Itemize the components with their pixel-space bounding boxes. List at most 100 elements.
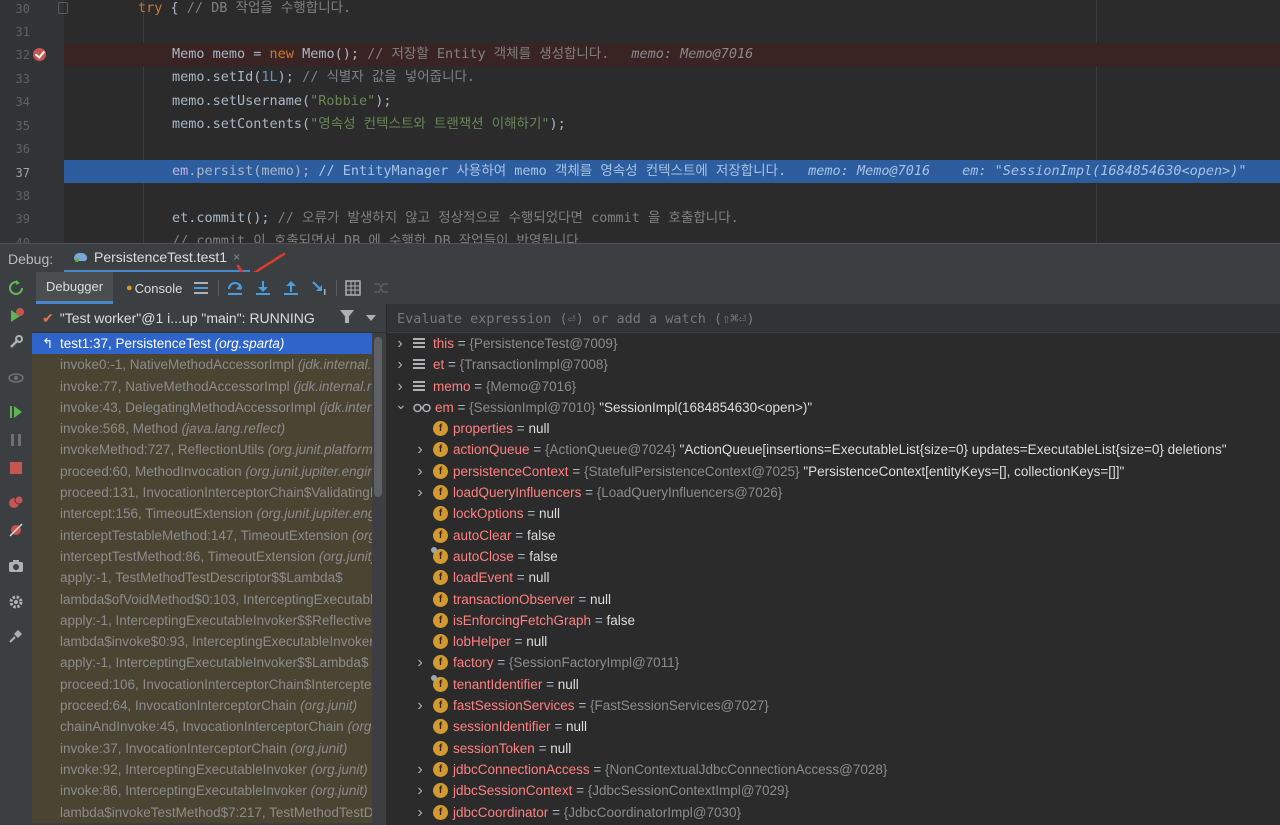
chevron-right-icon[interactable]: › <box>415 482 425 503</box>
resume-icon[interactable] <box>8 404 24 420</box>
variable-row[interactable]: › et = {TransactionImpl@7008} <box>387 354 1280 375</box>
variable-row[interactable]: f lobHelper = null <box>387 631 1280 652</box>
variable-row[interactable]: f transactionObserver = null <box>387 589 1280 610</box>
view-breakpoints-eye-icon[interactable] <box>8 370 24 386</box>
variable-row[interactable]: f isEnforcingFetchGraph = false <box>387 610 1280 631</box>
variable-name: sessionIdentifier <box>453 719 551 735</box>
code-editor[interactable]: 30 31 32 33 34 35 36 37 38 39 40 try { /… <box>0 0 1280 243</box>
frame-item[interactable]: invoke:568, Method (java.lang.reflect) <box>32 418 372 440</box>
variable-text: jdbcCoordinator = {JdbcCoordinatorImpl@7… <box>453 802 741 823</box>
frame-item[interactable]: lambda$invoke$0:93, InterceptingExecutab… <box>32 631 372 653</box>
frame-item[interactable]: proceed:64, InvocationInterceptorChain (… <box>32 695 372 717</box>
thread-selector[interactable]: ✔ "Test worker"@1 i...up "main": RUNNING <box>32 304 386 333</box>
mute-breakpoints-icon[interactable] <box>8 522 24 538</box>
chevron-right-icon[interactable]: › <box>415 759 425 780</box>
frame-item[interactable]: proceed:60, MethodInvocation (org.junit.… <box>32 460 372 483</box>
variable-row[interactable]: f autoClose = false <box>387 546 1280 567</box>
chevron-right-icon[interactable]: › <box>415 780 425 801</box>
code-line: memo.setContents("영속성 컨텍스트와 트랜잭션 이해하기"); <box>64 113 1280 136</box>
chevron-right-icon[interactable]: › <box>395 354 405 375</box>
comment: // DB 작업을 수행합니다. <box>186 0 352 16</box>
variable-name: memo <box>433 378 471 394</box>
frame-item[interactable]: invoke:43, DelegatingMethodAccessorImpl … <box>32 396 372 419</box>
variable-row[interactable]: f sessionIdentifier = null <box>387 716 1280 737</box>
tab-debugger[interactable]: Debugger <box>36 272 114 304</box>
rerun-icon[interactable] <box>8 280 24 296</box>
frame-item[interactable]: interceptTestMethod:86, TimeoutExtension… <box>32 545 372 568</box>
frame-item[interactable]: lambda$invokeTestMethod$7:217, TestMetho… <box>32 801 372 823</box>
variable-row[interactable]: ⌄ em = {SessionImpl@7010} "SessionImpl(16… <box>387 394 1280 418</box>
line-number: 33 <box>15 72 30 86</box>
variable-row[interactable]: › f fastSessionServices = {FastSessionServ… <box>387 695 1280 716</box>
chevron-right-icon[interactable]: › <box>415 439 425 460</box>
rerun-failed-tests-icon[interactable] <box>8 308 24 324</box>
field-icon: f <box>433 485 448 501</box>
filter-icon[interactable] <box>340 310 354 323</box>
show-execution-point-icon[interactable] <box>192 279 210 297</box>
variable-row[interactable]: › memo = {Memo@7016} <box>387 376 1280 397</box>
step-into-icon[interactable] <box>254 279 272 297</box>
variable-row[interactable]: › this = {PersistenceTest@7009} <box>387 333 1280 354</box>
equals-sign: = <box>568 463 584 479</box>
equals-sign: = <box>510 634 527 650</box>
tab-console[interactable]: ● Console <box>120 272 188 304</box>
frame-item[interactable]: invoke0:-1, NativeMethodAccessorImpl (jd… <box>32 354 372 376</box>
chevron-right-icon[interactable]: › <box>415 652 425 673</box>
camera-icon[interactable] <box>8 558 24 574</box>
code-line: memo.setId(1L); // 식별자 값을 넣어줍니다. <box>64 66 1280 89</box>
frame-item[interactable]: invoke:77, NativeMethodAccessorImpl (jdk… <box>32 375 372 397</box>
variable-row[interactable]: › f jdbcSessionContext = {JdbcSessionConte… <box>387 780 1280 801</box>
variable-row[interactable]: › f jdbcCoordinator = {JdbcCoordinatorImpl… <box>387 802 1280 823</box>
chevron-down-icon[interactable]: ⌄ <box>395 394 407 415</box>
breakpoint-icon[interactable] <box>33 48 46 61</box>
variable-row[interactable]: f tenantIdentifier = null <box>387 674 1280 695</box>
stop-icon[interactable] <box>8 460 24 476</box>
evaluate-expression-icon[interactable] <box>344 279 362 297</box>
chevron-down-icon[interactable] <box>366 315 376 321</box>
pause-icon[interactable] <box>8 432 24 448</box>
evaluate-expression-input[interactable] <box>395 304 1279 334</box>
line-number: 30 <box>15 2 30 16</box>
frame-item[interactable]: invokeMethod:727, ReflectionUtils (org.j… <box>32 439 372 461</box>
debug-session-tab[interactable]: PersistenceTest.test1 × <box>64 244 251 273</box>
equals-sign: = <box>493 655 509 671</box>
frame-item[interactable]: proceed:131, InvocationInterceptorChain$… <box>32 482 372 504</box>
settings-wrench-icon[interactable] <box>8 334 24 350</box>
frame-item[interactable]: interceptTestableMethod:147, TimeoutExte… <box>32 524 372 546</box>
variable-row[interactable]: f loadEvent = null <box>387 567 1280 588</box>
frame-item[interactable]: intercept:156, TimeoutExtension (org.jun… <box>32 503 372 525</box>
variable-row[interactable]: f lockOptions = null <box>387 503 1280 524</box>
run-to-cursor-icon[interactable] <box>310 279 328 297</box>
view-breakpoints-icon[interactable] <box>8 494 24 510</box>
variable-row[interactable]: › f persistenceContext = {StatefulPersiste… <box>387 461 1280 482</box>
chevron-right-icon[interactable]: › <box>395 333 405 354</box>
variable-row[interactable]: › f factory = {SessionFactoryImpl@7011} <box>387 652 1280 673</box>
pin-icon[interactable] <box>8 628 24 644</box>
variable-row[interactable]: f sessionToken = null <box>387 738 1280 759</box>
chevron-right-icon[interactable]: › <box>415 802 425 823</box>
line-number: 35 <box>15 119 30 133</box>
variable-row[interactable]: › f loadQueryInfluencers = {LoadQueryInflu… <box>387 482 1280 503</box>
frame-item[interactable]: invoke:92, InterceptingExecutableInvoker… <box>32 758 372 781</box>
variable-row[interactable]: › f jdbcConnectionAccess = {NonContextualJ… <box>387 759 1280 780</box>
frame-item[interactable]: chainAndInvoke:45, InvocationInterceptor… <box>32 716 372 738</box>
trace-stream-icon[interactable] <box>372 279 390 297</box>
chevron-right-icon[interactable]: › <box>415 461 425 482</box>
variable-row[interactable]: › f actionQueue = {ActionQueue@7024} "Acti… <box>387 439 1280 460</box>
chevron-right-icon[interactable]: › <box>415 695 425 716</box>
frame-item[interactable]: invoke:37, InvocationInterceptorChain (o… <box>32 737 372 759</box>
variable-row[interactable]: f properties = null <box>387 418 1280 439</box>
step-out-icon[interactable] <box>282 279 300 297</box>
variable-value: null <box>550 740 572 756</box>
settings-gear-icon[interactable] <box>8 594 24 610</box>
step-over-icon[interactable] <box>226 279 244 297</box>
frame-item[interactable]: apply:-1, TestMethodTestDescriptor$$Lamb… <box>32 567 372 589</box>
variable-row[interactable]: f autoClear = false <box>387 525 1280 546</box>
frame-item[interactable]: lambda$ofVoidMethod$0:103, InterceptingE… <box>32 588 372 610</box>
frame-item[interactable]: proceed:106, InvocationInterceptorChain$… <box>32 673 372 696</box>
frame-item[interactable]: invoke:86, InterceptingExecutableInvoker… <box>32 780 372 802</box>
frames-scrollbar[interactable] <box>374 337 382 497</box>
frame-item-selected[interactable]: ↰ test1:37, PersistenceTest (org.sparta) <box>32 333 372 355</box>
frame-item[interactable]: apply:-1, InterceptingExecutableInvoker$… <box>32 652 372 674</box>
frame-item[interactable]: apply:-1, InterceptingExecutableInvoker$… <box>32 609 372 632</box>
